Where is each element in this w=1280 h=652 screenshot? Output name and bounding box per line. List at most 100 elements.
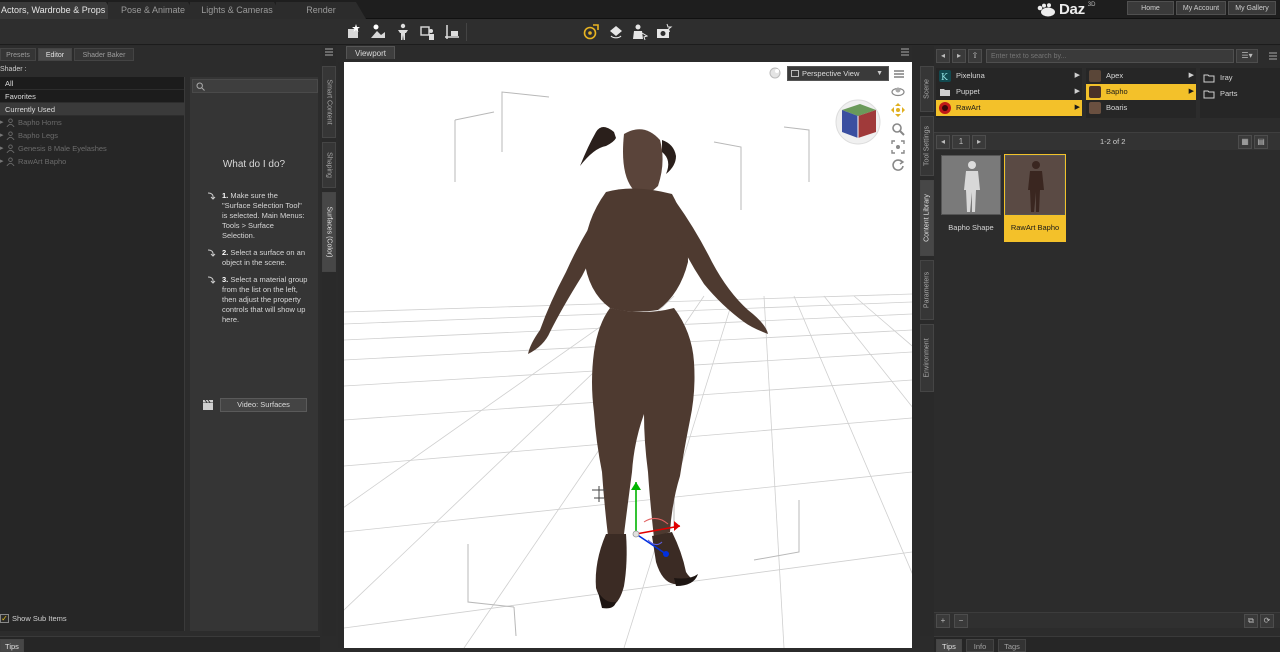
show-sub-items-checkbox[interactable]: ✓ Show Sub Items [0, 614, 67, 623]
category-label: Iray [1220, 73, 1233, 82]
viewport-canvas[interactable]: Perspective View ▼ [344, 62, 912, 648]
category-label: Parts [1220, 89, 1238, 98]
category-parts[interactable]: Parts [1200, 86, 1280, 102]
list-item[interactable]: ▸ Genesis 8 Male Eyelashes [0, 142, 184, 155]
new-scene-icon[interactable] [345, 23, 363, 41]
rotate-tool-icon[interactable] [607, 23, 625, 41]
tab-environment[interactable]: Environment [920, 324, 934, 392]
pane-menu-icon[interactable] [324, 48, 334, 56]
category-pixeluna[interactable]: K Pixeluna ▶ [936, 68, 1082, 84]
tab-scene[interactable]: Scene [920, 66, 934, 112]
category-iray[interactable]: Iray [1200, 70, 1280, 86]
help-search-input[interactable] [192, 79, 318, 93]
tab-tips[interactable]: Tips [936, 639, 962, 652]
zoom-icon[interactable] [891, 122, 905, 136]
search-input[interactable] [986, 49, 1234, 63]
category-column-1: K Pixeluna ▶ Puppet ▶ RawArt ▶ [936, 68, 1082, 118]
add-button[interactable]: + [936, 614, 950, 628]
tab-shader-baker[interactable]: Shader Baker [74, 48, 134, 61]
camera-select-dropdown[interactable]: Perspective View ▼ [787, 66, 889, 81]
forward-button[interactable]: ▸ [952, 49, 966, 63]
list-item[interactable]: ▸ Bapho Legs [0, 129, 184, 142]
tab-actors-wardrobe-props[interactable]: Actors, Wardrobe & Props [0, 2, 116, 19]
expand-arrow-icon[interactable]: ▸ [0, 142, 4, 155]
material-list: All Favorites Currently Used ▸ Bapho Hor… [0, 77, 185, 631]
content-item-bapho-shape[interactable]: Bapho Shape [940, 154, 1002, 242]
category-boaris[interactable]: Boaris [1086, 100, 1196, 116]
tab-smart-content[interactable]: Smart Content [322, 66, 336, 138]
menu-bar: Actors, Wardrobe & Props Pose & Animate … [0, 0, 1280, 19]
scene-render[interactable] [344, 62, 912, 648]
viewport-tab[interactable]: Viewport [346, 46, 395, 59]
submenu-arrow-icon: ▶ [1074, 88, 1080, 95]
pan-icon[interactable] [890, 102, 906, 118]
tab-tool-settings[interactable]: Tool Settings [920, 116, 934, 176]
product-thumb-icon [1089, 102, 1101, 114]
next-page-button[interactable]: ▸ [972, 135, 986, 149]
tab-parameters[interactable]: Parameters [920, 260, 934, 320]
checkmark-icon[interactable]: ✓ [0, 614, 9, 623]
up-button[interactable]: ⇧ [968, 49, 982, 63]
refresh-button[interactable]: ⟳ [1260, 614, 1274, 628]
tab-info[interactable]: Info [966, 639, 994, 652]
expand-arrow-icon[interactable]: ▸ [0, 116, 4, 129]
video-surfaces-button[interactable]: Video: Surfaces [220, 398, 307, 412]
category-apex[interactable]: Apex ▶ [1086, 68, 1196, 84]
scene-figure-icon[interactable] [419, 23, 437, 41]
filter-all[interactable]: All [0, 77, 184, 90]
step-text: Select a surface on an object in the sce… [222, 248, 305, 267]
prev-page-button[interactable]: ◂ [936, 135, 950, 149]
node-selection-icon[interactable] [630, 23, 648, 41]
tab-pose-animate[interactable]: Pose & Animate [108, 2, 198, 19]
expand-arrow-icon[interactable]: ▸ [0, 129, 4, 142]
copy-button[interactable]: ⧉ [1244, 614, 1258, 628]
page-number[interactable]: 1 [952, 135, 970, 149]
frame-icon[interactable] [891, 140, 905, 154]
category-puppet[interactable]: Puppet ▶ [936, 84, 1082, 100]
expand-arrow-icon[interactable]: ▸ [0, 155, 4, 168]
reset-view-icon[interactable] [891, 158, 905, 172]
filter-currently-used[interactable]: Currently Used [0, 103, 184, 116]
help-step-1: 1. Make sure the "Surface Selection Tool… [222, 191, 308, 241]
light-scene-icon[interactable] [369, 23, 387, 41]
tab-lights-cameras[interactable]: Lights & Cameras [190, 2, 284, 19]
filter-favorites[interactable]: Favorites [0, 90, 184, 103]
tab-content-library[interactable]: Content Library [920, 180, 934, 256]
my-gallery-button[interactable]: My Gallery [1228, 1, 1276, 15]
view-options-button[interactable]: ☰▾ [1236, 49, 1258, 63]
pane-menu-icon[interactable] [1268, 52, 1278, 60]
list-item[interactable]: ▸ RawArt Bapho [0, 155, 184, 168]
viewport-menu-icon[interactable] [900, 48, 910, 56]
render-icon[interactable] [655, 23, 673, 41]
viewport-menu-icon[interactable] [893, 68, 905, 80]
category-rawart[interactable]: RawArt ▶ [936, 100, 1082, 116]
item-label: Bapho Shape [948, 223, 994, 232]
logo-sup: 3D [1087, 2, 1096, 8]
home-button[interactable]: Home [1127, 1, 1174, 15]
chevron-down-icon: ▼ [876, 70, 883, 77]
list-view-button[interactable]: ▤ [1254, 135, 1268, 149]
tab-presets[interactable]: Presets [0, 48, 36, 61]
tab-editor[interactable]: Editor [38, 48, 72, 61]
tab-render[interactable]: Render [276, 2, 366, 19]
universal-tool-icon[interactable] [582, 23, 600, 41]
list-item[interactable]: ▸ Bapho Horns [0, 116, 184, 129]
tab-surfaces-color[interactable]: Surfaces (Color) [322, 192, 336, 272]
category-bapho[interactable]: Bapho ▶ [1086, 84, 1196, 100]
tab-shaping[interactable]: Shaping [322, 142, 336, 188]
folder-icon [1203, 90, 1215, 99]
my-account-button[interactable]: My Account [1176, 1, 1226, 15]
orbit-icon[interactable] [890, 84, 906, 98]
content-library-footer: + − ⧉ ⟳ [934, 612, 1280, 628]
back-button[interactable]: ◂ [936, 49, 950, 63]
content-item-rawart-bapho[interactable]: RawArt Bapho [1004, 154, 1066, 242]
view-cube[interactable] [834, 98, 882, 146]
tab-tags[interactable]: Tags [998, 639, 1026, 652]
remove-button[interactable]: − [954, 614, 968, 628]
figure-icon[interactable] [394, 23, 412, 41]
tab-tips[interactable]: Tips [0, 639, 24, 652]
scene-prop-icon[interactable] [444, 23, 462, 41]
category-label: Boaris [1106, 103, 1128, 112]
icon-view-button[interactable]: ▦ [1238, 135, 1252, 149]
hud-toggle-icon[interactable] [769, 67, 781, 79]
